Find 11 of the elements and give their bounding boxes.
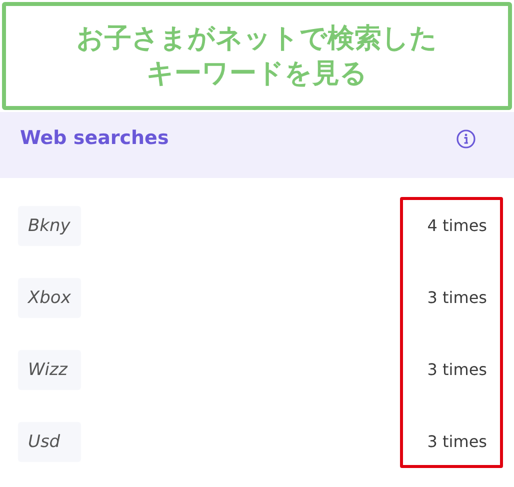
search-count: 3 times xyxy=(427,359,487,381)
search-count: 4 times xyxy=(427,215,487,237)
search-term: Wizz xyxy=(18,350,81,390)
search-term: Bkny xyxy=(18,206,81,246)
search-term: Usd xyxy=(18,422,81,462)
search-count: 3 times xyxy=(427,431,487,453)
search-term: Xbox xyxy=(18,278,81,318)
search-count: 3 times xyxy=(427,287,487,309)
info-icon[interactable] xyxy=(456,129,476,149)
panel-title: Web searches xyxy=(20,126,169,150)
banner-text: お子さまがネットで検索した キーワードを見る xyxy=(76,22,438,91)
